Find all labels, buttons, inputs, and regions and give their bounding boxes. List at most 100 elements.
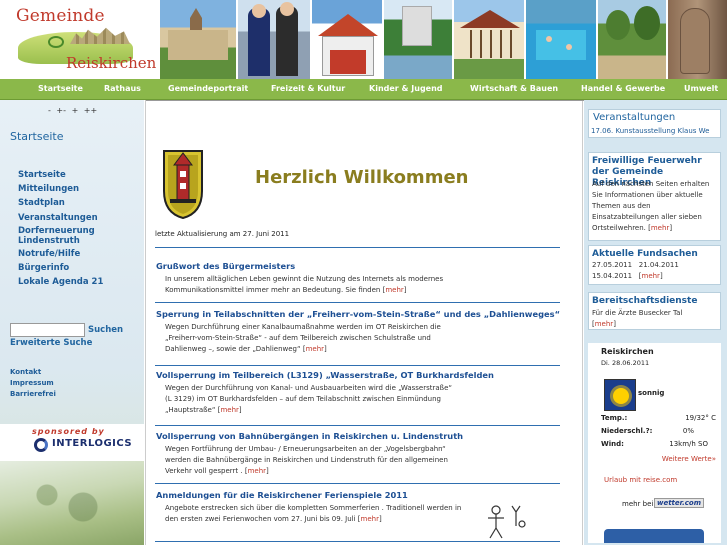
header-photo-park [596, 0, 666, 79]
sidebar-item-startseite[interactable]: Startseite [18, 170, 66, 180]
travel-link[interactable]: Urlaub mit reise.com [604, 476, 677, 484]
sidebar-item-agenda21[interactable]: Lokale Agenda 21 [18, 277, 103, 287]
section-title: Startseite [10, 130, 64, 143]
more-link[interactable]: mehr [595, 320, 613, 328]
events-title[interactable]: Veranstaltungen [593, 112, 675, 123]
divider [155, 365, 560, 366]
page: Gemeinde Reiskirchen Startseite Rathaus … [0, 0, 727, 545]
sidebar-item-mitteilungen[interactable]: Mitteilungen [18, 184, 79, 194]
more-link[interactable]: mehr [220, 406, 238, 414]
news-text: Wegen Durchführung einer Kanalbaumaßnahm… [165, 323, 441, 353]
weather-temp-value: 19/32° C [685, 414, 716, 422]
logo-line1: Gemeinde [16, 6, 105, 26]
more-link[interactable]: mehr [651, 224, 669, 232]
nav-handel-gewerbe[interactable]: Handel & Gewerbe [581, 79, 665, 99]
duty-service-panel: Bereitschaftsdienste Für die Ärzte Busec… [588, 292, 721, 330]
landscape-photo [0, 461, 144, 545]
news-title-grusswort[interactable]: Grußwort des Bürgermeisters [156, 261, 295, 271]
sidebar-item-notrufe[interactable]: Notrufe/Hilfe [18, 249, 80, 259]
main-navigation: Startseite Rathaus Gemeindeportrait Frei… [0, 79, 727, 100]
divider [155, 541, 560, 542]
sidebar-item-stadtplan[interactable]: Stadtplan [18, 198, 65, 208]
divider [155, 483, 560, 484]
search-button[interactable]: Suchen [88, 325, 123, 335]
sponsor-name: INTERLOGICS [52, 438, 133, 449]
wetter-com-logo[interactable]: wetter.com [654, 498, 705, 508]
lost-found-dates-2: 15.04.2011 [mehr] [592, 272, 663, 280]
nav-umwelt[interactable]: Umwelt [684, 79, 718, 99]
more-link[interactable]: mehr [642, 272, 660, 280]
sidebar-item-dorferneuerung[interactable]: Dorferneuerung Lindenstruth [18, 226, 118, 246]
divider [155, 247, 560, 248]
logo-leaf-icon [48, 36, 64, 48]
lost-found-panel: Aktuelle Fundsachen 27.05.2011 21.04.201… [588, 245, 721, 285]
more-link-wrap: [mehr] [592, 320, 616, 328]
sidebar-item-veranstaltungen[interactable]: Veranstaltungen [18, 213, 98, 223]
weather-rain-label: Niederschl.?: [601, 427, 653, 435]
sun-icon [604, 379, 636, 411]
more-link[interactable]: mehr [306, 345, 324, 353]
news-text: Wegen der Durchführung von Kanal- und Au… [165, 384, 453, 414]
event-item[interactable]: 17.06. Kunstausstellung Klaus We [591, 126, 719, 137]
header-photo-costume-dancers [236, 0, 310, 79]
divider [155, 302, 560, 303]
news-title-bahnuebergaenge[interactable]: Vollsperrung von Bahnübergängen in Reisk… [156, 431, 463, 441]
duty-service-text: Für die Ärzte Busecker Tal [592, 309, 683, 317]
news-title-wasserstrasse[interactable]: Vollsperrung im Teilbereich (L3129) „Was… [156, 370, 494, 380]
provider-prefix: mehr bei [622, 500, 654, 508]
header-photo-sculpture [666, 0, 727, 79]
header-photo-swimming-pool [524, 0, 596, 79]
weather-more-link[interactable]: Weitere Werte» [628, 455, 716, 463]
lost-found-dates[interactable]: 27.05.2011 21.04.2011 [592, 260, 679, 271]
imprint-link[interactable]: Impressum [10, 379, 54, 387]
header-photo-building [310, 0, 382, 79]
logo[interactable]: Gemeinde Reiskirchen [0, 0, 158, 79]
nav-startseite[interactable]: Startseite [38, 79, 83, 99]
fire-department-panel: Freiwillige Feuerwehr der Gemeinde Reisk… [588, 152, 721, 241]
right-sidebar: Veranstaltungen 17.06. Kunstausstellung … [584, 100, 727, 545]
font-size-controls[interactable]: - +- + ++ [48, 106, 97, 115]
children-drawing-icon [488, 505, 526, 539]
news-text: In unserem alltäglichen Leben gewinnt di… [165, 275, 444, 294]
events-panel: Veranstaltungen 17.06. Kunstausstellung … [588, 109, 721, 138]
coat-of-arms-icon [163, 150, 203, 219]
news-text: Wegen Fortführung der Umbau- / Erneuerun… [165, 445, 448, 475]
accessibility-link[interactable]: Barrierefrei [10, 390, 56, 398]
nav-kinder-jugend[interactable]: Kinder & Jugend [369, 79, 443, 99]
weather-temp-label: Temp.: [601, 414, 628, 422]
nav-rathaus[interactable]: Rathaus [104, 79, 141, 99]
nav-freizeit-kultur[interactable]: Freizeit & Kultur [271, 79, 345, 99]
divider [155, 425, 560, 426]
welcome-heading: Herzlich Willkommen [255, 167, 469, 188]
news-title-sperrung-freiherr[interactable]: Sperrung in Teilabschnitten der „Freiher… [156, 309, 560, 319]
header: Gemeinde Reiskirchen [0, 0, 727, 79]
sponsor-banner[interactable]: sponsored by INTERLOGICS [0, 424, 144, 461]
weather-condition: sonnig [638, 389, 665, 397]
duty-service-title[interactable]: Bereitschaftsdienste [592, 296, 697, 306]
sidebar-item-buergerinfo[interactable]: Bürgerinfo [18, 263, 69, 273]
weather-rain-value: 0% [682, 427, 694, 435]
lost-found-title[interactable]: Aktuelle Fundsachen [592, 249, 698, 259]
fire-department-text: Auf den nächsten Seiten erhalten Sie Inf… [592, 180, 710, 232]
advanced-search-link[interactable]: Erweiterte Suche [10, 338, 92, 348]
nav-wirtschaft-bauen[interactable]: Wirtschaft & Bauen [470, 79, 558, 99]
interlogics-logo-icon [34, 438, 48, 452]
weather-place: Reiskirchen [601, 347, 654, 356]
news-text: Angebote erstrecken sich über die komple… [165, 504, 462, 523]
weather-wind-value: 13km/h SO [669, 440, 708, 448]
header-photo-church [158, 0, 236, 79]
nav-gemeindeportrait[interactable]: Gemeindeportrait [168, 79, 248, 99]
weather-date: Di. 28.06.2011 [601, 359, 650, 367]
sponsor-label: sponsored by [32, 427, 105, 436]
more-link[interactable]: mehr [385, 286, 403, 294]
left-sidebar: - +- + ++ Startseite Startseite Mitteilu… [0, 100, 144, 545]
search-input[interactable] [10, 323, 85, 337]
main-content: Herzlich Willkommen letzte Aktualisierun… [145, 100, 584, 545]
contact-link[interactable]: Kontakt [10, 368, 41, 376]
more-link[interactable]: mehr [248, 467, 266, 475]
header-photo-timber-house [452, 0, 524, 79]
news-title-ferienspiele[interactable]: Anmeldungen für die Reiskirchener Ferien… [156, 490, 408, 500]
more-link[interactable]: mehr [361, 515, 379, 523]
weather-bottom-banner [604, 529, 704, 543]
weather-wind-label: Wind: [601, 440, 624, 448]
